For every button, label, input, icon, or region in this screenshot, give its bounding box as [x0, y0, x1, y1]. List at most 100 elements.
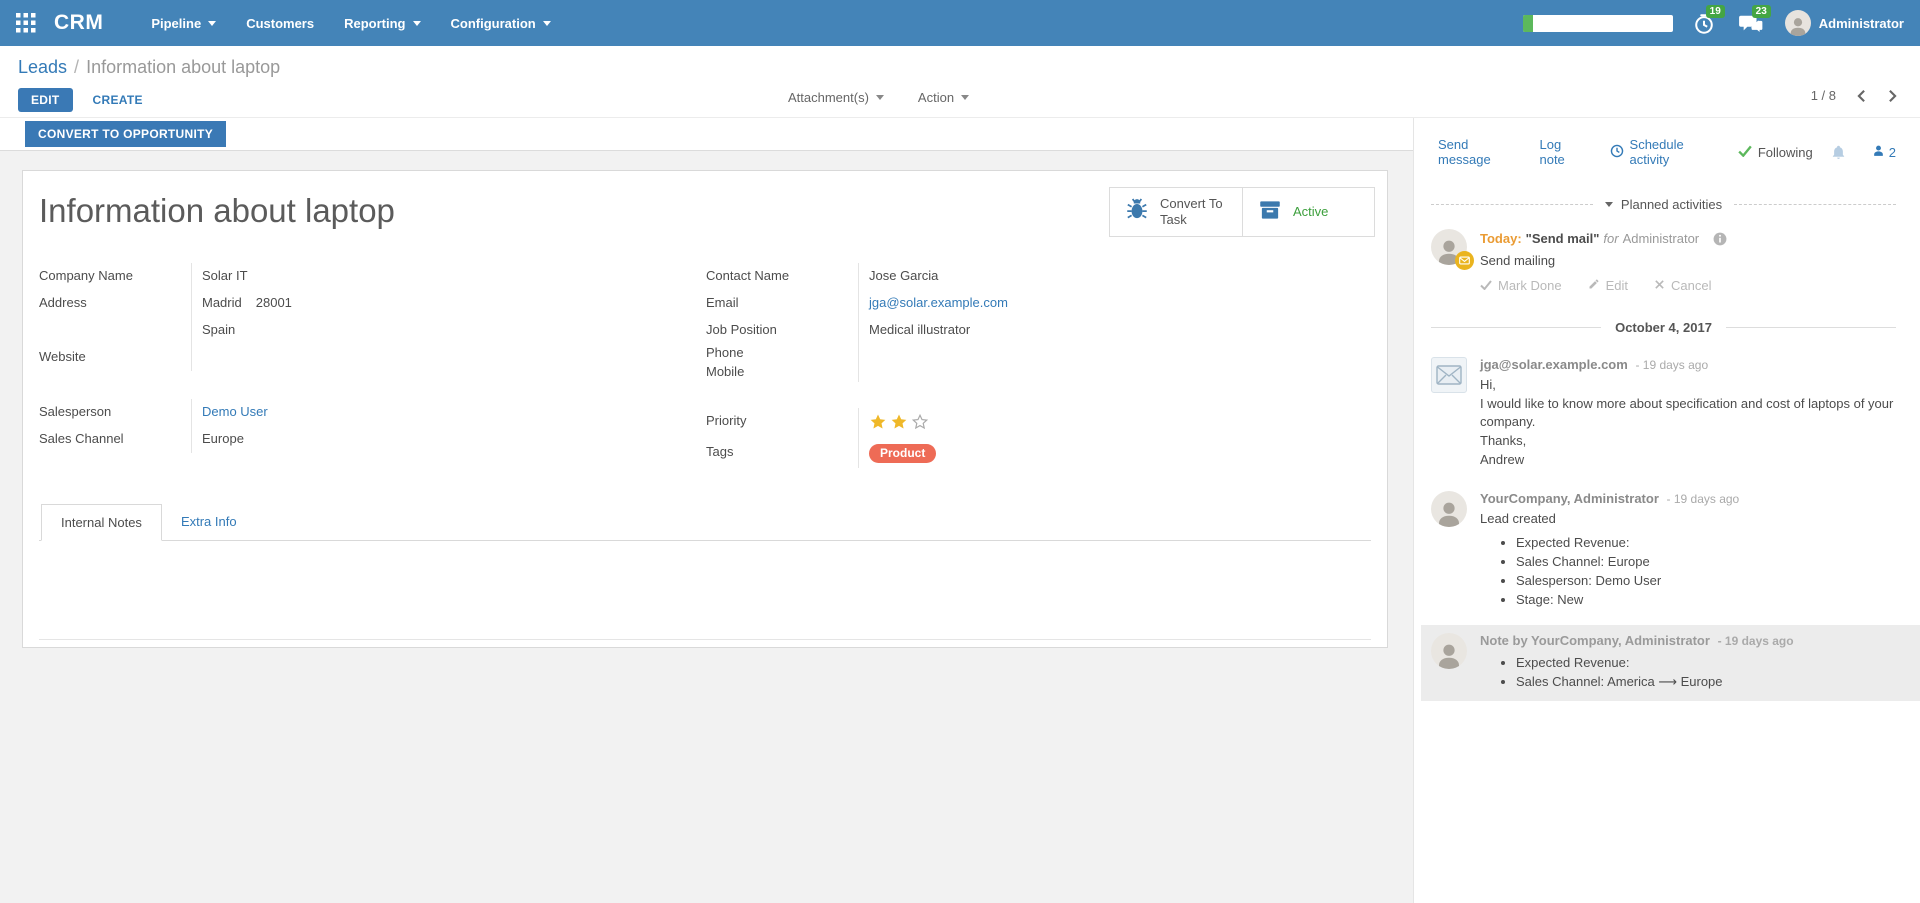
tab-internal-notes[interactable]: Internal Notes	[41, 504, 162, 541]
timer-progress-fill	[1523, 15, 1533, 32]
convert-to-opportunity-button[interactable]: CONVERT TO OPPORTUNITY	[25, 121, 226, 147]
envelope-icon	[1431, 357, 1467, 393]
activity-summary: "Send mail"	[1526, 231, 1600, 246]
active-toggle-button[interactable]: Active	[1242, 188, 1374, 236]
edit-activity-button[interactable]: Edit	[1588, 278, 1628, 293]
activity-for-word: for	[1603, 231, 1618, 246]
main-menu: Pipeline Customers Reporting Configurati…	[151, 16, 550, 31]
check-icon	[1480, 278, 1492, 293]
bug-icon	[1124, 197, 1150, 228]
menu-pipeline[interactable]: Pipeline	[151, 16, 216, 31]
priority-label: Priority	[706, 408, 858, 439]
activity-clock-icon[interactable]: 19	[1693, 11, 1719, 35]
mobile-label: Mobile	[706, 363, 858, 382]
convert-to-task-label: Convert ToTask	[1160, 196, 1223, 228]
message-timestamp: - 19 days ago	[1667, 492, 1740, 506]
control-panel: Leads/Information about laptop EDIT CREA…	[0, 46, 1920, 118]
breadcrumb-separator: /	[74, 57, 79, 77]
message-sender[interactable]: YourCompany, Administrator	[1480, 491, 1659, 506]
apps-grid-icon[interactable]	[16, 12, 38, 34]
message-lead-created: YourCompany, Administrator - 19 days ago…	[1431, 491, 1896, 609]
caret-down-icon	[1605, 202, 1613, 207]
avatar	[1431, 491, 1467, 527]
clock-icon	[1610, 144, 1624, 161]
menu-customers[interactable]: Customers	[246, 16, 314, 31]
action-dropdown[interactable]: Action	[918, 90, 969, 105]
mark-done-button[interactable]: Mark Done	[1480, 278, 1562, 293]
tab-extra-info[interactable]: Extra Info	[162, 504, 256, 541]
salesperson-label: Salesperson	[39, 399, 191, 426]
schedule-activity-button[interactable]: Schedule activity	[1610, 137, 1712, 167]
chatter-actions: Send message Log note Schedule activity …	[1431, 137, 1896, 167]
convert-to-task-button[interactable]: Convert ToTask	[1110, 188, 1242, 236]
menu-configuration[interactable]: Configuration	[451, 16, 551, 31]
website-label: Website	[39, 344, 191, 371]
date-divider-label: October 4, 2017	[1615, 320, 1712, 335]
planned-activity-item: Today: "Send mail" for Administrator Sen…	[1431, 229, 1896, 293]
priority-tags-group: Priority Tags Product	[706, 408, 1366, 468]
star-empty-icon[interactable]	[911, 413, 929, 434]
email-link[interactable]: jga@solar.example.com	[869, 295, 1008, 310]
check-icon	[1738, 145, 1752, 160]
menu-reporting[interactable]: Reporting	[344, 16, 420, 31]
tag-product[interactable]: Product	[869, 444, 936, 463]
message-sender[interactable]: jga@solar.example.com	[1480, 357, 1628, 372]
crm-lead-form-page: CRM Pipeline Customers Reporting Configu…	[0, 0, 1920, 903]
app-title: CRM	[54, 11, 103, 35]
salesperson-value: Demo User	[191, 399, 659, 426]
form-statusbar: CONVERT TO OPPORTUNITY	[0, 118, 1413, 151]
create-button[interactable]: CREATE	[93, 93, 143, 107]
activity-detail: Send mailing	[1480, 253, 1727, 268]
message-sender[interactable]: Note by YourCompany, Administrator	[1480, 633, 1710, 648]
message-email: jga@solar.example.com - 19 days ago Hi, …	[1431, 357, 1896, 469]
user-avatar	[1785, 10, 1811, 36]
address-city-zip: Madrid28001	[191, 290, 659, 317]
company-address-group: Company Name Solar IT Address Madrid2800…	[39, 263, 659, 371]
priority-value	[858, 408, 1366, 439]
info-icon[interactable]	[1713, 232, 1727, 246]
breadcrumb: Leads/Information about laptop	[18, 57, 280, 78]
active-label: Active	[1293, 204, 1328, 220]
edit-button[interactable]: EDIT	[18, 88, 73, 112]
pager-next-button[interactable]	[1887, 89, 1898, 103]
breadcrumb-leads-link[interactable]: Leads	[18, 57, 67, 77]
mobile-value	[858, 363, 1366, 382]
record-pager: 1 / 8	[1811, 88, 1898, 103]
followers-button[interactable]: 2	[1872, 144, 1896, 160]
salesperson-link[interactable]: Demo User	[202, 404, 268, 419]
chatter-panel: Send message Log note Schedule activity …	[1413, 118, 1920, 903]
avatar	[1431, 633, 1467, 669]
pager-count: 1 / 8	[1811, 88, 1836, 103]
message-timestamp: - 19 days ago	[1718, 634, 1794, 648]
pager-previous-button[interactable]	[1856, 89, 1867, 103]
tracking-values-list: Expected Revenue: Sales Channel: Europe …	[1480, 533, 1896, 609]
company-name-label: Company Name	[39, 263, 191, 290]
message-body: Hi, I would like to know more about spec…	[1480, 376, 1896, 469]
tags-value: Product	[858, 439, 1366, 468]
star-filled-icon[interactable]	[869, 413, 887, 434]
pencil-icon	[1588, 278, 1600, 293]
following-button[interactable]: Following	[1738, 145, 1813, 160]
log-note-button[interactable]: Log note	[1539, 137, 1583, 167]
contact-name-label: Contact Name	[706, 263, 858, 290]
date-divider: October 4, 2017	[1431, 320, 1896, 335]
bell-icon[interactable]	[1831, 144, 1846, 160]
email-label: Email	[706, 290, 858, 317]
user-menu[interactable]: Administrator	[1785, 10, 1904, 36]
top-navbar: CRM Pipeline Customers Reporting Configu…	[0, 0, 1920, 46]
internal-notes-panel	[39, 541, 1371, 640]
cancel-activity-button[interactable]: Cancel	[1654, 278, 1711, 293]
archive-box-icon	[1257, 197, 1283, 228]
caret-down-icon	[543, 21, 551, 26]
send-message-button[interactable]: Send message	[1438, 137, 1513, 167]
stat-button-box: Convert ToTask Active	[1109, 187, 1375, 237]
attachments-dropdown[interactable]: Attachment(s)	[788, 90, 884, 105]
email-value: jga@solar.example.com	[858, 290, 1366, 317]
star-filled-icon[interactable]	[890, 413, 908, 434]
messages-chat-icon[interactable]: 23	[1739, 11, 1765, 35]
address-country: Spain	[191, 317, 659, 344]
timer-progress-bar[interactable]	[1523, 15, 1673, 32]
planned-activities-toggle[interactable]: Planned activities	[1605, 197, 1722, 212]
tabs-bar: Internal Notes Extra Info	[39, 503, 1371, 541]
form-sheet: Information about laptop Convert ToTask …	[22, 170, 1388, 648]
